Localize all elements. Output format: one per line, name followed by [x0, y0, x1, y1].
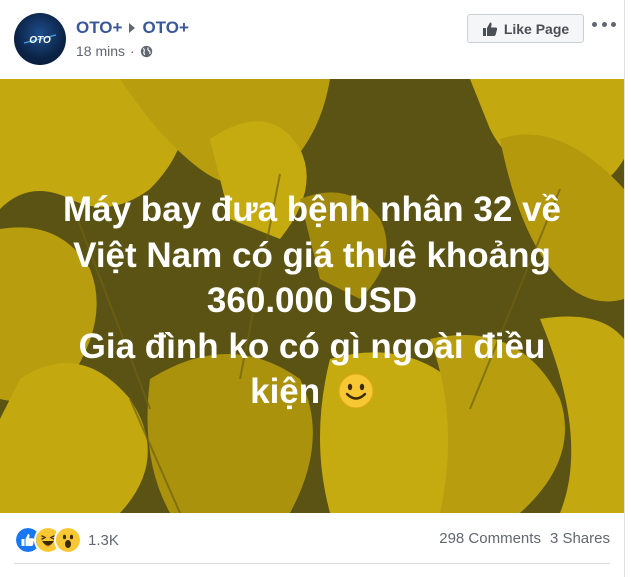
- meta-separator: ·: [130, 43, 135, 59]
- timestamp[interactable]: 18 mins: [76, 43, 125, 59]
- post-image[interactable]: Máy bay đưa bệnh nhân 32 về Việt Nam có …: [0, 79, 624, 513]
- post-stats: 298 Comments 3 Shares: [439, 530, 610, 547]
- page-name-link-2[interactable]: OTO+: [142, 18, 188, 38]
- post-card: OTO OTO+ OTO+ 18 mins · Like Page Máy ba…: [0, 0, 625, 577]
- page-names: OTO+ OTO+: [76, 18, 189, 38]
- post-text: Máy bay đưa bệnh nhân 32 về Việt Nam có …: [12, 187, 612, 415]
- wow-icon: [54, 526, 82, 554]
- page-name-link[interactable]: OTO+: [76, 18, 122, 38]
- post-text-line: Máy bay đưa bệnh nhân 32 về: [63, 190, 561, 229]
- caret-right-icon: [129, 23, 136, 33]
- post-meta: 18 mins ·: [76, 43, 153, 59]
- post-text-last-line: kiện: [12, 369, 612, 415]
- oto-logo-icon: OTO: [23, 34, 57, 46]
- like-page-label: Like Page: [503, 20, 570, 37]
- like-page-button[interactable]: Like Page: [467, 14, 584, 43]
- post-text-line: kiện: [250, 372, 321, 411]
- thumbs-up-icon: [482, 22, 497, 36]
- post-text-line: 360.000 USD: [206, 281, 418, 320]
- avatar-logo-text: OTO: [29, 35, 51, 46]
- post-text-line: Việt Nam có giá thuê khoảng: [73, 235, 551, 275]
- smile-emoji-icon: [338, 373, 374, 409]
- shares-count[interactable]: 3 Shares: [550, 530, 610, 547]
- more-options-icon[interactable]: [592, 16, 616, 32]
- footer-divider: [14, 563, 610, 564]
- post-text-line: Gia đình ko có gì ngoài điều: [78, 326, 546, 366]
- page-avatar[interactable]: OTO: [14, 13, 66, 65]
- reaction-count[interactable]: 1.3K: [88, 532, 119, 549]
- reactions-summary[interactable]: 1.3K: [14, 526, 119, 554]
- comments-count[interactable]: 298 Comments: [439, 530, 541, 547]
- globe-icon[interactable]: [140, 45, 153, 58]
